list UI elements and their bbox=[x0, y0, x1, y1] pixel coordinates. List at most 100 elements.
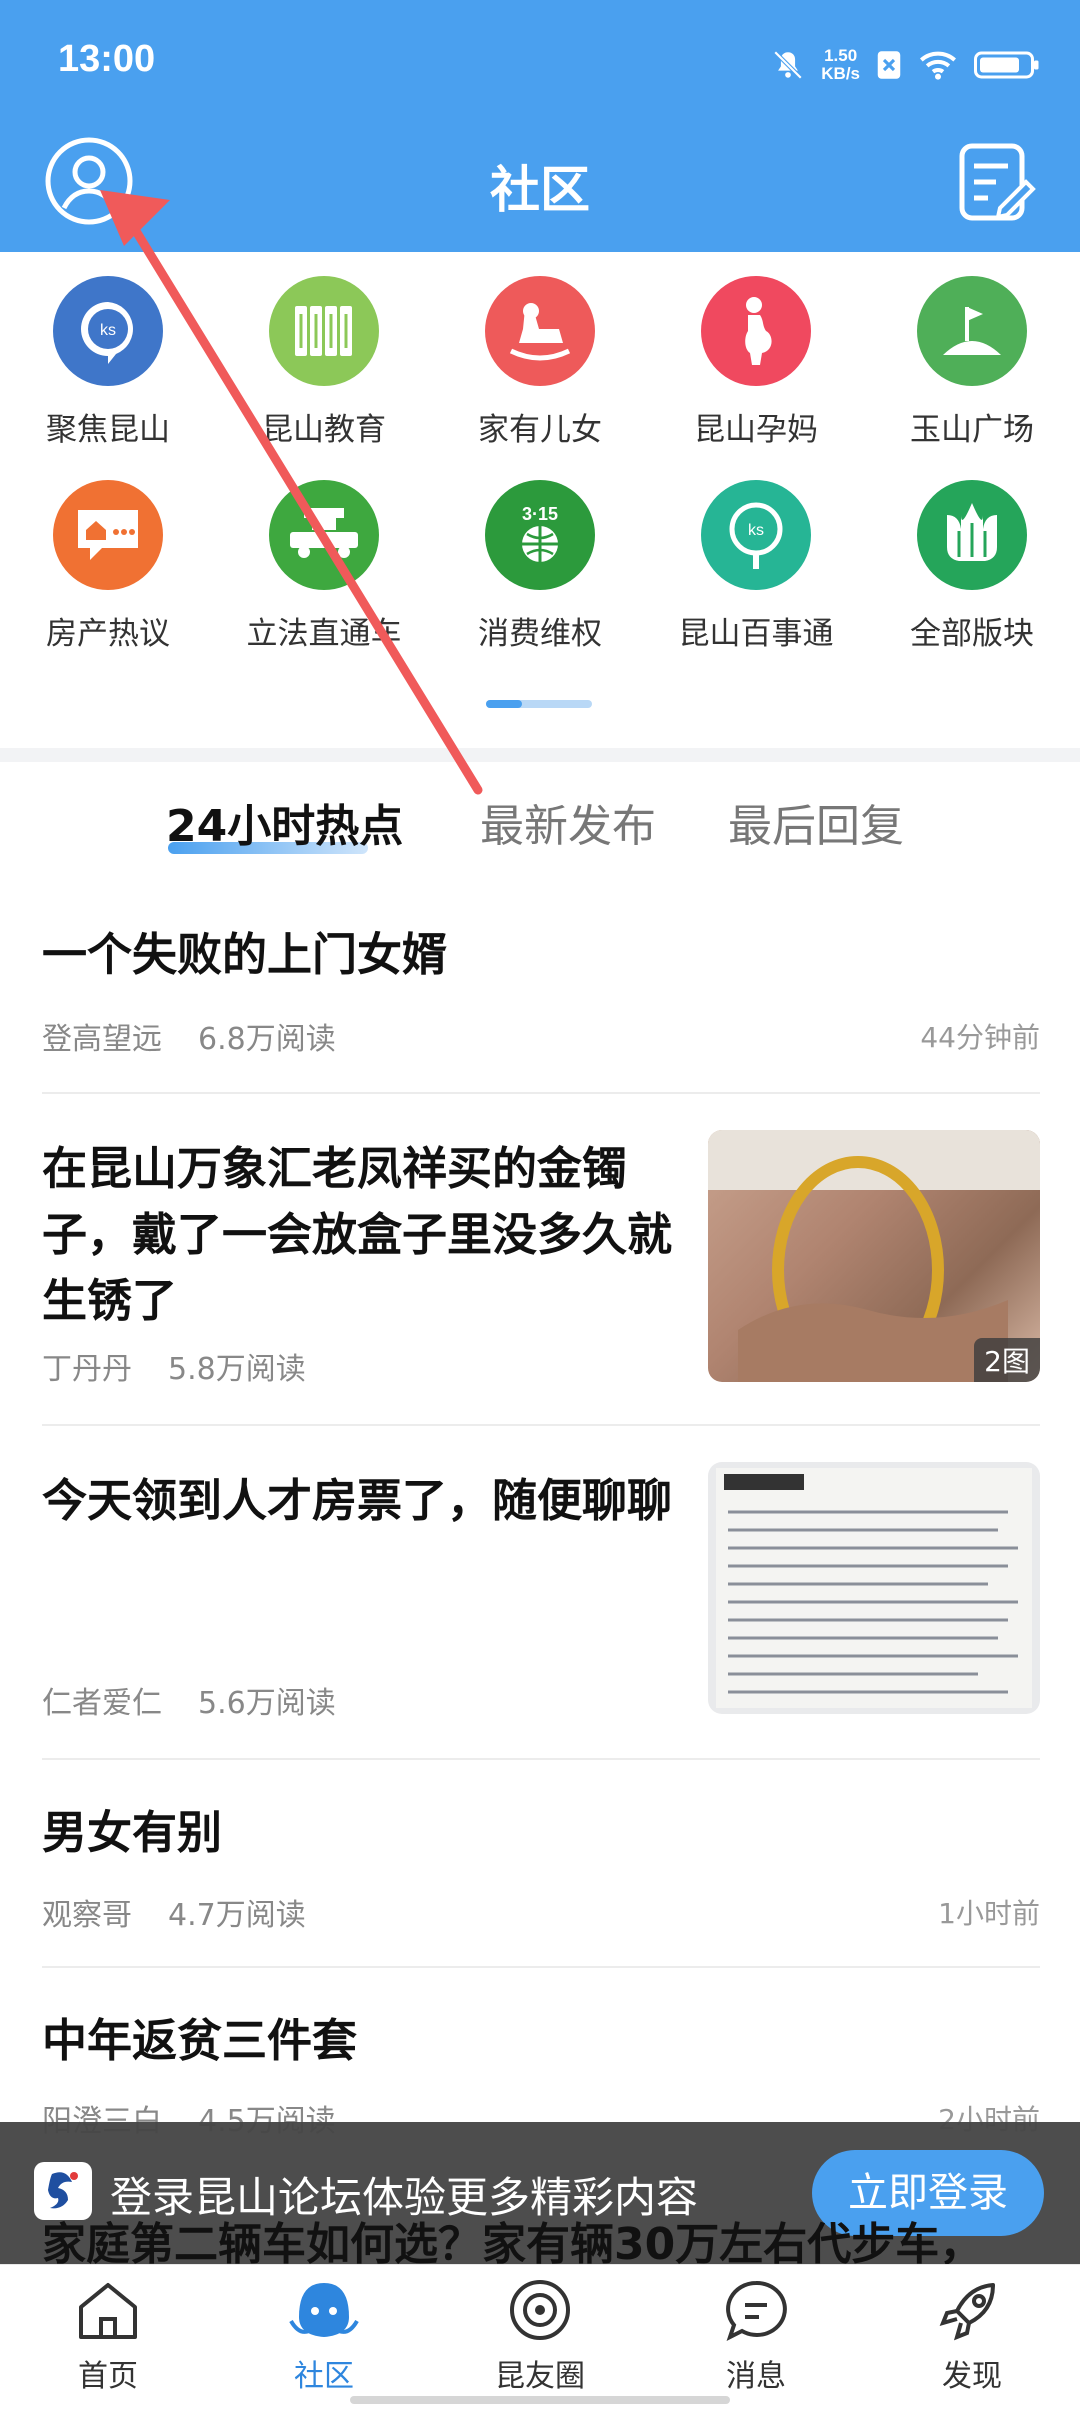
post-edit-button[interactable] bbox=[956, 140, 1036, 224]
house-chat-icon bbox=[53, 480, 163, 590]
post-title: 在昆山万象汇老凤祥买的金镯子，戴了一会放盒子里没多久就生锈了 bbox=[42, 1142, 673, 1327]
post-title: 男女有别 bbox=[42, 1806, 223, 1859]
image-count-badge: 2图 bbox=[974, 1338, 1040, 1382]
page-title: 社区 bbox=[490, 161, 590, 219]
list-divider bbox=[42, 1092, 1040, 1094]
category-label: 全部版块 bbox=[910, 616, 1034, 652]
post-meta: 仁者爱仁 5.6万阅读 bbox=[42, 1678, 336, 1722]
section-divider bbox=[0, 748, 1080, 762]
post-title: 一个失败的上门女婿 bbox=[42, 928, 448, 981]
planet-icon bbox=[510, 2280, 570, 2340]
bottom-navigation: 首页 社区 昆友圈 消息 发现 bbox=[0, 2264, 1080, 2409]
nav-label: 社区 bbox=[294, 2359, 354, 2394]
nav-label: 首页 bbox=[78, 2359, 138, 2394]
nav-friends-circle[interactable]: 昆友圈 bbox=[432, 2277, 648, 2395]
category-consumer-rights[interactable]: 3·15 消费维权 bbox=[432, 480, 648, 653]
post-meta: 观察哥 4.7万阅读 bbox=[42, 1890, 306, 1934]
category-jujiao-kunshan[interactable]: ks 聚焦昆山 bbox=[0, 276, 216, 449]
status-time: 13:00 bbox=[58, 38, 156, 80]
post-time: 1小时前 bbox=[938, 1897, 1040, 1930]
home-icon bbox=[79, 2283, 137, 2339]
tab-last-reply[interactable]: 最后回复 bbox=[728, 790, 904, 854]
network-speed: 1.50 KB/s bbox=[821, 46, 860, 83]
svg-text:3·15: 3·15 bbox=[522, 504, 558, 524]
post-author: 观察哥 bbox=[42, 1898, 132, 1933]
svg-text:ks: ks bbox=[100, 322, 116, 339]
post-thumbnail-document[interactable] bbox=[708, 1462, 1040, 1714]
nav-community[interactable]: 社区 bbox=[216, 2277, 432, 2395]
pregnant-icon bbox=[701, 276, 811, 386]
law-bus-icon bbox=[269, 480, 379, 590]
post-title-partial[interactable]: 家庭第二辆车如何选？家有辆30万左右代步车， bbox=[42, 2208, 983, 2272]
page-indicator bbox=[486, 700, 592, 708]
category-label: 家有儿女 bbox=[478, 412, 602, 448]
list-divider bbox=[42, 1758, 1040, 1760]
post-meta: 丁丹丹 5.8万阅读 bbox=[42, 1344, 306, 1388]
post-reads: 4.7万阅读 bbox=[168, 1898, 306, 1933]
ks-chat-icon: ks bbox=[53, 276, 163, 386]
post-author: 仁者爱仁 bbox=[42, 1686, 162, 1721]
consumer-315-icon: 3·15 bbox=[485, 480, 595, 590]
flag-hill-icon bbox=[917, 276, 1027, 386]
wifi-icon bbox=[920, 51, 956, 80]
category-label: 昆山百事通 bbox=[678, 616, 834, 652]
post-reads: 6.8万阅读 bbox=[198, 1022, 336, 1057]
message-icon bbox=[726, 2280, 787, 2341]
post-reads: 5.8万阅读 bbox=[168, 1352, 306, 1387]
post-item[interactable]: 男女有别 bbox=[42, 1800, 1040, 1866]
post-author: 丁丹丹 bbox=[42, 1352, 132, 1387]
post-item[interactable]: 一个失败的上门女婿 bbox=[42, 922, 1040, 988]
books-icon bbox=[269, 276, 379, 386]
feed-tabs: 24小时热点 最新发布 最后回复 bbox=[0, 790, 1080, 870]
all-sections-icon bbox=[917, 480, 1027, 590]
status-icons: 1.50 KB/s bbox=[771, 40, 1040, 90]
tab-24h-hot[interactable]: 24小时热点 bbox=[166, 790, 403, 854]
community-icon bbox=[289, 2283, 359, 2337]
nav-label: 昆友圈 bbox=[495, 2359, 585, 2394]
tab-latest-posts[interactable]: 最新发布 bbox=[480, 790, 656, 854]
list-divider bbox=[42, 1424, 1040, 1426]
post-meta: 登高望远 6.8万阅读 bbox=[42, 1014, 336, 1058]
document-photo-image bbox=[716, 1468, 1032, 1708]
category-family-children[interactable]: 家有儿女 bbox=[432, 276, 648, 449]
post-title: 今天领到人才房票了，随便聊聊 bbox=[42, 1474, 673, 1527]
category-real-estate[interactable]: 房产热议 bbox=[0, 480, 216, 653]
post-reads: 5.6万阅读 bbox=[198, 1686, 336, 1721]
nav-discover[interactable]: 发现 bbox=[864, 2277, 1080, 2395]
post-thumbnail-bracelet[interactable]: 2图 bbox=[708, 1130, 1040, 1382]
category-label: 聚焦昆山 bbox=[46, 412, 170, 448]
rocket-icon bbox=[939, 2283, 995, 2341]
post-title: 中年返贫三件套 bbox=[42, 2014, 358, 2067]
post-item[interactable]: 今天领到人才房票了，随便聊聊 bbox=[42, 1468, 682, 1534]
rocking-horse-icon bbox=[485, 276, 595, 386]
edit-note-icon bbox=[959, 143, 1036, 221]
category-kunshan-moms[interactable]: 昆山孕妈 bbox=[648, 276, 864, 449]
category-legislation[interactable]: 立法直通车 bbox=[216, 480, 432, 653]
no-sim-icon bbox=[877, 51, 901, 79]
category-label: 立法直通车 bbox=[246, 616, 402, 652]
category-label: 昆山孕妈 bbox=[694, 412, 818, 448]
battery-icon bbox=[974, 51, 1039, 79]
post-item[interactable]: 中年返贫三件套 bbox=[42, 2008, 1040, 2074]
category-kunshan-education[interactable]: 昆山教育 bbox=[216, 276, 432, 449]
category-label: 玉山广场 bbox=[910, 412, 1034, 448]
mute-bell-icon bbox=[774, 50, 803, 80]
nav-label: 发现 bbox=[942, 2359, 1002, 2394]
category-label: 房产热议 bbox=[46, 616, 170, 652]
category-label: 消费维权 bbox=[478, 616, 602, 652]
category-kunshan-baishitong[interactable]: ks 昆山百事通 bbox=[648, 480, 864, 653]
post-item[interactable]: 在昆山万象汇老凤祥买的金镯子，戴了一会放盒子里没多久就生锈了 bbox=[42, 1136, 682, 1334]
header-bar: 13:00 1.50 KB/s 社区 bbox=[0, 0, 1080, 252]
ks-search-icon: ks bbox=[701, 480, 811, 590]
nav-label: 消息 bbox=[726, 2359, 786, 2394]
svg-text:ks: ks bbox=[748, 522, 764, 539]
gesture-bar bbox=[350, 2396, 730, 2404]
category-all-sections[interactable]: 全部版块 bbox=[864, 480, 1080, 653]
post-time: 44分钟前 bbox=[920, 1021, 1040, 1054]
category-yushan-square[interactable]: 玉山广场 bbox=[864, 276, 1080, 449]
category-label: 昆山教育 bbox=[262, 412, 386, 448]
nav-messages[interactable]: 消息 bbox=[648, 2277, 864, 2395]
nav-home[interactable]: 首页 bbox=[0, 2277, 216, 2395]
list-divider bbox=[42, 1966, 1040, 1968]
post-author: 登高望远 bbox=[42, 1022, 162, 1057]
